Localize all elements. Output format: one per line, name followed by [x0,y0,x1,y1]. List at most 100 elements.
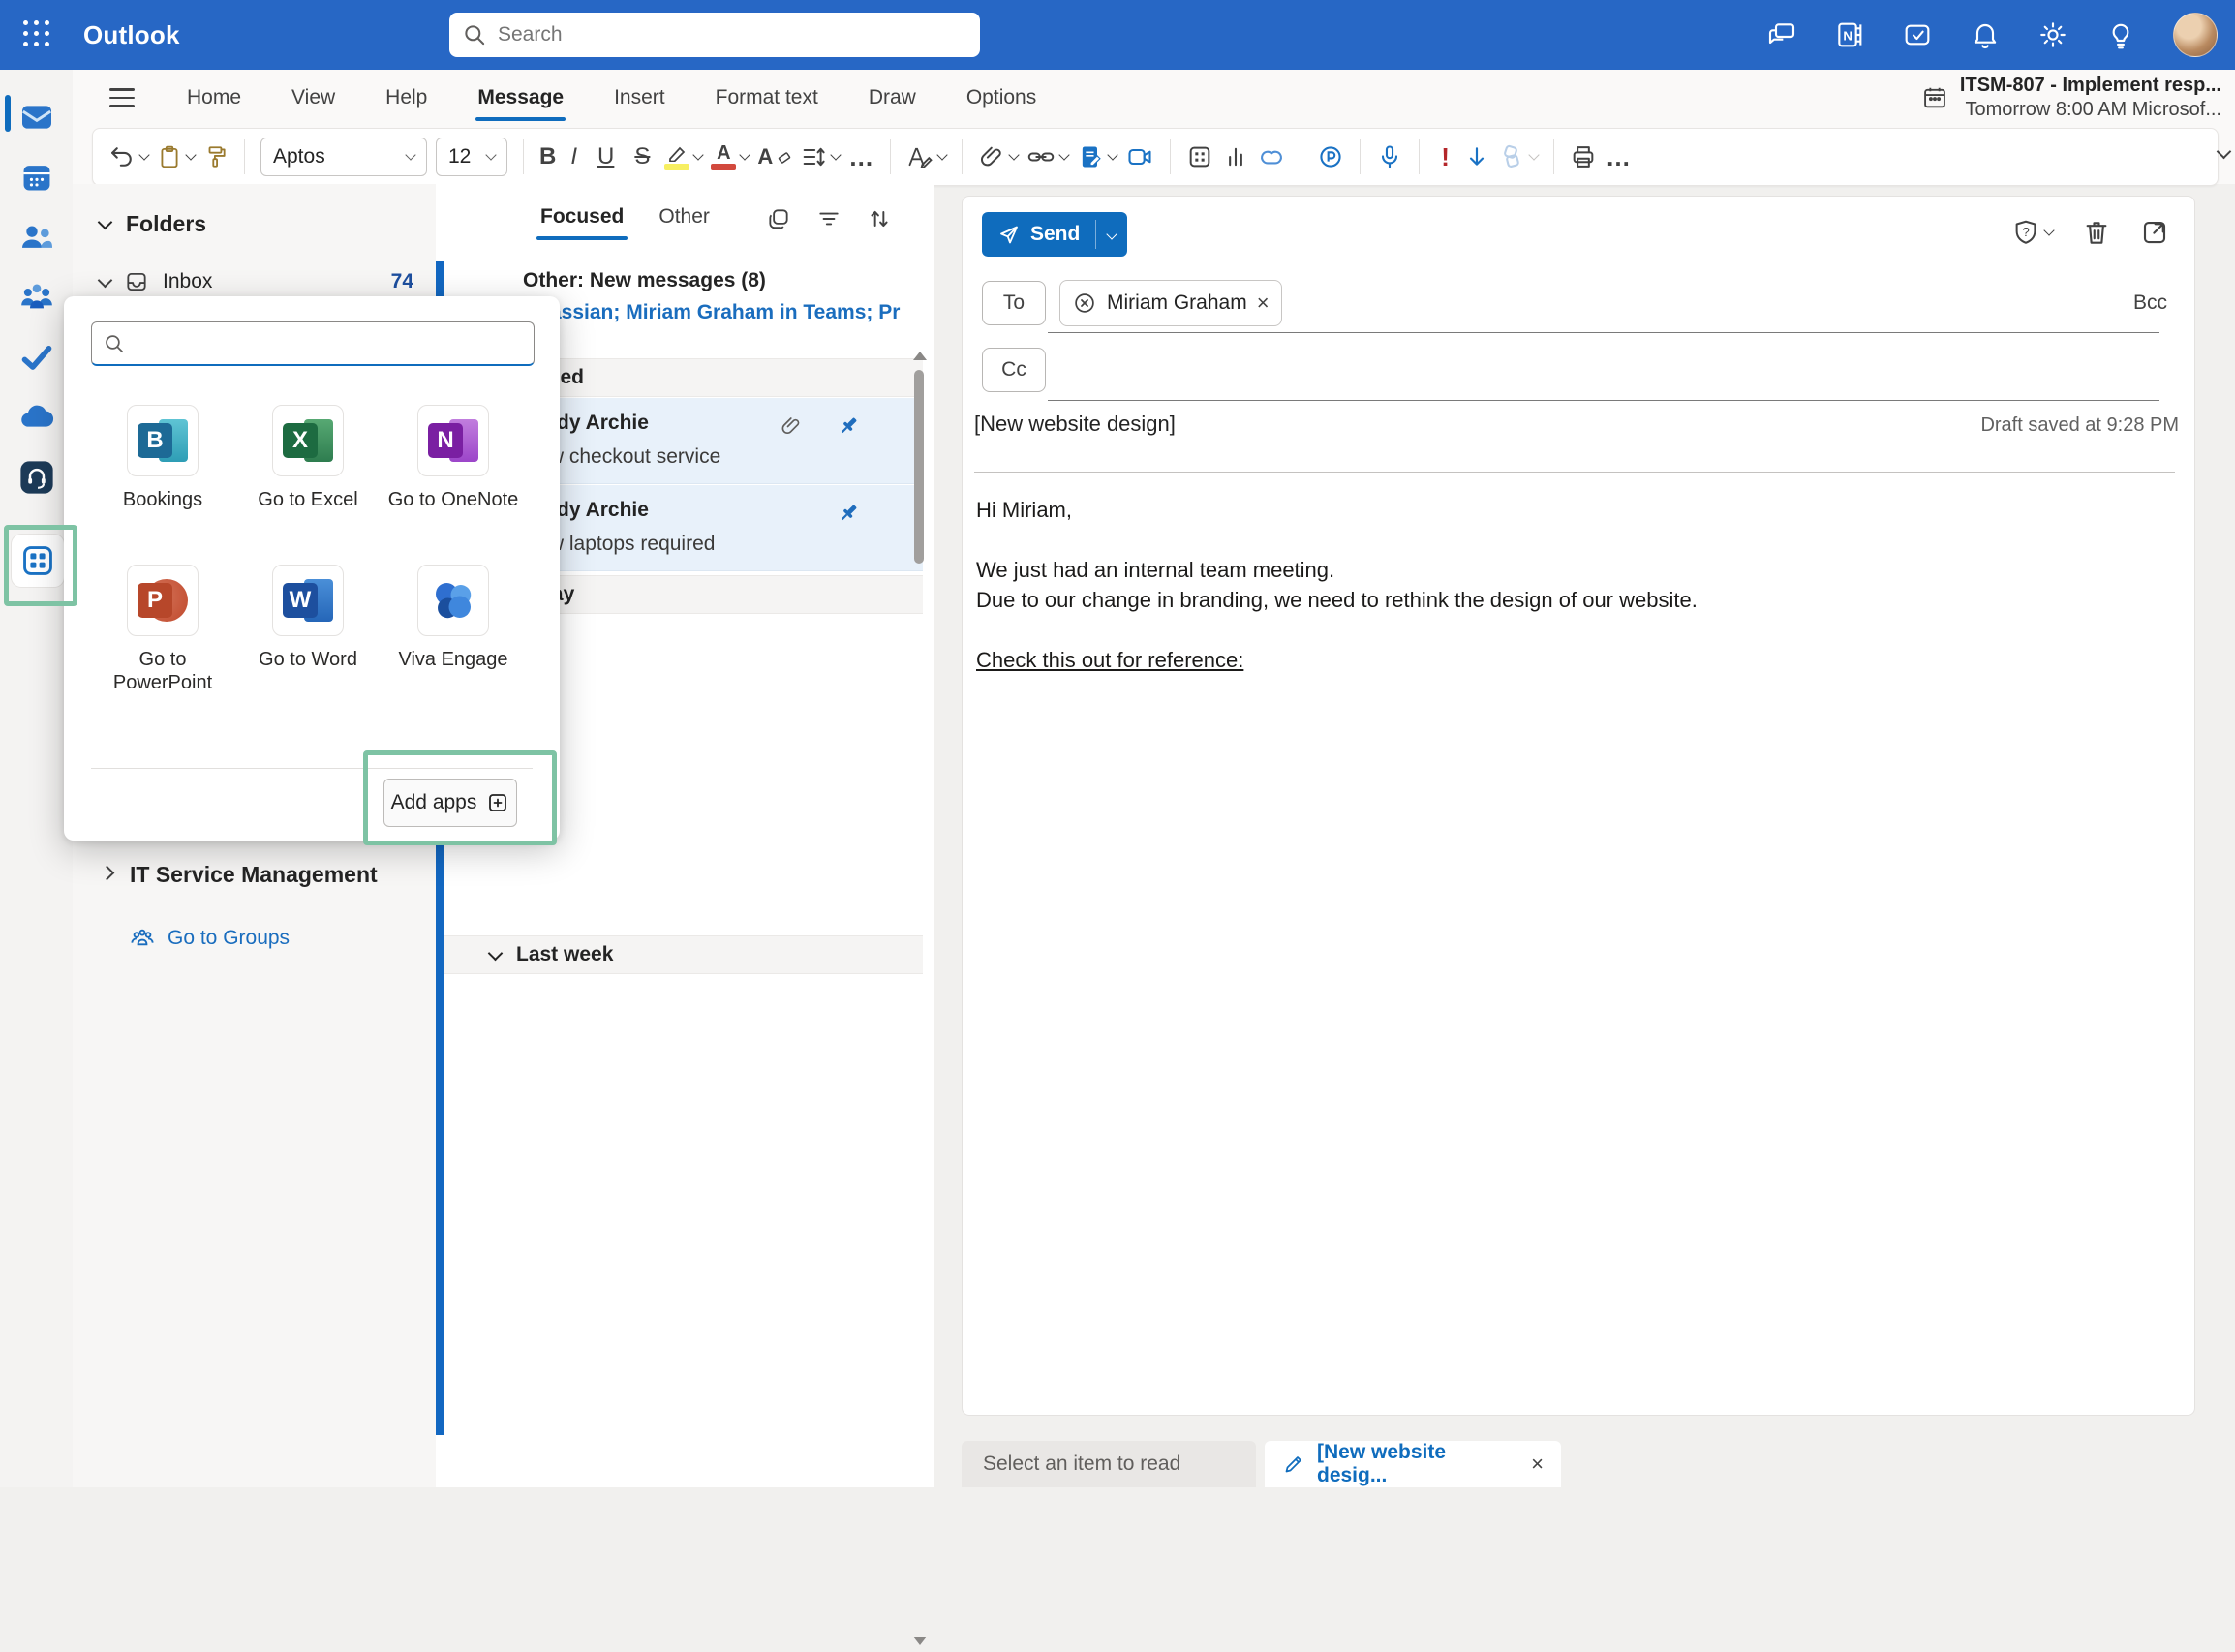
format-painter-button[interactable] [203,143,229,170]
banner-senders-link[interactable]: Atlassian; Miriam Graham in Teams; Pra..… [523,301,901,324]
signature-button[interactable] [1077,143,1117,170]
bcc-toggle[interactable]: Bcc [2133,291,2167,315]
copilot-button[interactable] [1317,143,1344,170]
high-importance-button[interactable]: ! [1435,142,1455,172]
to-button[interactable]: To [982,281,1046,325]
folders-header[interactable]: Folders [100,211,206,237]
onenote-feed-icon[interactable]: N [1834,19,1865,50]
account-avatar[interactable] [2173,13,2218,57]
message-body[interactable]: Hi Miriam, We just had an internal team … [976,495,1698,675]
select-messages-icon[interactable] [766,206,791,231]
recipient-chip[interactable]: Miriam Graham × [1059,280,1282,326]
clear-formatting-button[interactable]: A [757,144,791,169]
tab-message[interactable]: Message [452,76,589,119]
italic-button[interactable]: I [565,145,583,168]
poll-button[interactable] [1222,143,1249,170]
send-button[interactable]: Send [982,212,1127,257]
loop-button[interactable] [1258,143,1285,170]
tab-other[interactable]: Other [658,205,710,232]
chat-icon[interactable] [1766,19,1797,50]
other-new-messages-banner[interactable]: Other: New messages (8) Atlassian; Miria… [523,269,910,324]
underline-button[interactable]: U [592,145,620,168]
video-clip-button[interactable] [1125,143,1154,170]
paste-button[interactable] [157,143,195,170]
sidebar-item-people[interactable] [0,207,73,267]
open-in-new-window-icon[interactable] [2140,218,2169,247]
send-options-chevron[interactable] [1107,229,1118,239]
tab-options[interactable]: Options [941,76,1061,119]
highlight-button[interactable] [664,144,702,170]
tab-format-text[interactable]: Format text [690,76,843,119]
app-item-bookings[interactable]: B Bookings [90,405,235,511]
low-importance-button[interactable] [1464,143,1489,170]
tab-focused[interactable]: Focused [540,205,624,232]
gear-icon[interactable] [2037,19,2068,50]
lightbulb-icon[interactable] [2105,19,2136,50]
app-launcher-icon[interactable] [23,20,52,49]
sidebar-item-inbox[interactable]: Inbox 74 [100,269,429,294]
sidebar-item-calendar[interactable] [0,147,73,207]
sidebar-item-it-service-management[interactable]: IT Service Management [102,862,378,888]
font-size-select[interactable]: 12 [436,138,507,176]
sensitivity-button[interactable] [1498,143,1538,170]
undo-button[interactable] [108,143,148,170]
line-spacing-button[interactable] [800,143,840,170]
more-toolbar-options-icon[interactable]: … [1606,142,1632,172]
attach-file-button[interactable] [978,143,1018,170]
app-item-word[interactable]: W Go to Word [235,565,381,671]
pen-style-button[interactable] [906,143,946,170]
draft-tab[interactable]: [New website desig... × [1265,1441,1561,1487]
remove-recipient-icon[interactable]: × [1257,291,1270,316]
tab-home[interactable]: Home [162,76,266,119]
reading-pane-tab[interactable]: Select an item to read [962,1441,1256,1487]
app-item-excel[interactable]: X Go to Excel [235,405,381,511]
print-button[interactable] [1570,143,1597,170]
tab-insert[interactable]: Insert [589,76,690,119]
bold-button[interactable]: B [539,145,556,168]
pin-icon[interactable] [836,413,861,439]
todo-icon[interactable] [1902,19,1933,50]
list-scrollbar[interactable] [913,356,925,1480]
search-input[interactable] [496,22,966,47]
sidebar-item-headset[interactable] [0,447,73,507]
insert-link-button[interactable] [1026,143,1068,170]
app-item-powerpoint[interactable]: P Go to PowerPoint [90,565,235,694]
discard-trash-icon[interactable] [2082,218,2111,247]
app-item-viva-engage[interactable]: Viva Engage [381,565,526,671]
close-draft-tab-icon[interactable]: × [1531,1452,1544,1477]
strikethrough-button[interactable]: S [628,145,656,168]
filter-icon[interactable] [816,206,842,231]
reminder-toast[interactable]: ITSM-807 - Implement resp... Tomorrow 8:… [1921,74,2221,122]
font-color-button[interactable]: A [711,144,749,170]
tab-help[interactable]: Help [360,76,452,119]
more-formatting-icon[interactable]: … [848,142,874,172]
font-name-select[interactable]: Aptos [260,138,427,176]
go-to-groups-link[interactable]: Go to Groups [129,925,290,952]
sidebar-item-more-apps[interactable] [12,535,64,587]
sidebar-item-todo[interactable] [0,327,73,387]
scrollbar-thumb[interactable] [914,370,924,564]
tab-draw[interactable]: Draw [843,76,941,119]
subject-field[interactable]: [New website design] [974,412,1176,437]
sidebar-item-mail[interactable] [0,87,73,147]
tab-view[interactable]: View [266,76,360,119]
apps-search-input[interactable] [135,331,522,355]
global-search[interactable] [449,13,980,57]
sidebar-item-onedrive[interactable] [0,387,73,447]
sidebar-item-groups[interactable] [0,267,73,327]
add-apps-button[interactable]: Add apps [383,779,517,827]
scroll-up-icon[interactable] [913,345,927,360]
scroll-down-icon[interactable] [913,1637,927,1652]
to-field-underline [1048,332,2159,333]
message-protection-icon[interactable]: ? [2011,218,2053,247]
cc-button[interactable]: Cc [982,348,1046,392]
pin-icon[interactable] [836,501,861,526]
apps-grid-button[interactable] [1186,143,1213,170]
dictate-button[interactable] [1376,143,1403,170]
section-last-week[interactable]: Last week [444,935,923,974]
apps-search-box[interactable] [91,321,535,366]
app-item-onenote[interactable]: N Go to OneNote [381,405,526,511]
hamburger-menu-icon[interactable] [109,88,135,107]
bell-icon[interactable] [1970,19,2001,50]
sort-icon[interactable] [867,206,892,231]
